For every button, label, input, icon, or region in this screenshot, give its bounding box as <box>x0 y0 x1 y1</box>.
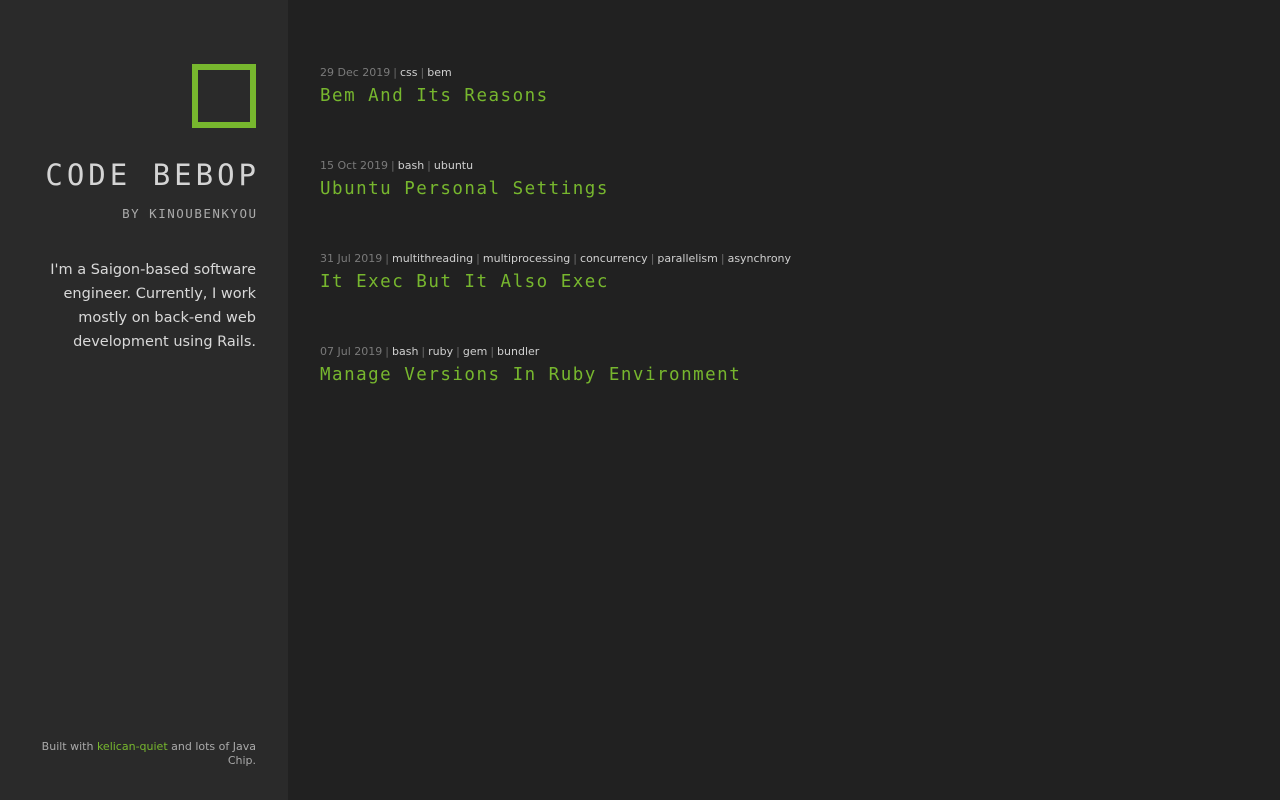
post-item: 15 Oct 2019 | bash | ubuntu Ubuntu Personal … <box>320 157 1240 250</box>
post-title-link[interactable]: Ubuntu Personal Settings <box>320 177 609 201</box>
meta-separator: | <box>650 252 655 265</box>
post-meta: 15 Oct 2019 | bash | ubuntu <box>320 157 1240 175</box>
meta-separator: | <box>573 252 578 265</box>
tag-link[interactable]: bundler <box>497 345 539 358</box>
meta-separator: | <box>385 345 389 358</box>
post-date: 31 Jul 2019 <box>320 252 383 265</box>
post-meta: 31 Jul 2019 | multithreading | multiprocessi… <box>320 250 1240 268</box>
post-meta: 29 Dec 2019 | css | bem <box>320 64 1240 82</box>
post-item: 31 Jul 2019 | multithreading | multiprocessi… <box>320 250 1240 343</box>
site-subtitle: BY KINOUBENKYOU <box>122 206 258 221</box>
sidebar: CODE BEBOP BY KINOUBENKYOU I'm a Saigon-… <box>0 0 288 800</box>
theme-link[interactable]: kelican-quiet <box>97 740 168 753</box>
tag-link[interactable]: ubuntu <box>434 159 473 172</box>
post-item: 07 Jul 2019 | bash | ruby | gem | bundler Manage… <box>320 343 1240 436</box>
tag-link[interactable]: bash <box>398 159 424 172</box>
author-bio: I'm a Saigon-based software engineer. Cu… <box>50 262 256 350</box>
meta-separator: | <box>427 159 431 172</box>
tag-link[interactable]: concurrency <box>580 252 648 265</box>
tag-link[interactable]: multiprocessing <box>483 252 570 265</box>
meta-separator: | <box>393 66 397 79</box>
tag-link[interactable]: parallelism <box>657 252 717 265</box>
post-meta: 07 Jul 2019 | bash | ruby | gem | bundler <box>320 343 1240 361</box>
meta-separator: | <box>720 252 725 265</box>
post-item: 29 Dec 2019 | css | bem Bem And Its Reasons <box>320 64 1240 157</box>
footer-suffix: and lots of Java Chip. <box>167 740 256 767</box>
meta-separator: | <box>490 345 495 358</box>
meta-separator: | <box>476 252 480 265</box>
meta-separator: | <box>421 345 426 358</box>
meta-separator: | <box>456 345 460 358</box>
post-date: 07 Jul 2019 <box>320 345 383 358</box>
tag-link[interactable]: css <box>400 66 418 79</box>
meta-separator: | <box>385 252 389 265</box>
post-list: 29 Dec 2019 | css | bem Bem And Its Reasons … <box>320 64 1240 436</box>
post-title-link[interactable]: Bem And Its Reasons <box>320 84 549 108</box>
tag-link[interactable]: bash <box>392 345 418 358</box>
meta-separator: | <box>420 66 425 79</box>
meta-separator: | <box>391 159 395 172</box>
tag-link[interactable]: ruby <box>428 345 453 358</box>
tag-link[interactable]: multithreading <box>392 252 473 265</box>
sidebar-footer: Built with kelican-quiet and lots of Jav… <box>16 740 256 768</box>
footer-prefix: Built with <box>41 740 97 753</box>
post-date: 29 Dec 2019 <box>320 66 391 79</box>
tag-link[interactable]: gem <box>463 345 487 358</box>
site-logo-icon[interactable] <box>192 64 256 128</box>
tag-link[interactable]: asynchrony <box>728 252 791 265</box>
tag-link[interactable]: bem <box>427 66 451 79</box>
post-title-link[interactable]: Manage Versions In Ruby Environment <box>320 363 741 387</box>
post-title-link[interactable]: It Exec But It Also Exec <box>320 270 609 294</box>
post-date: 15 Oct 2019 <box>320 159 389 172</box>
site-title[interactable]: CODE BEBOP <box>45 158 260 192</box>
